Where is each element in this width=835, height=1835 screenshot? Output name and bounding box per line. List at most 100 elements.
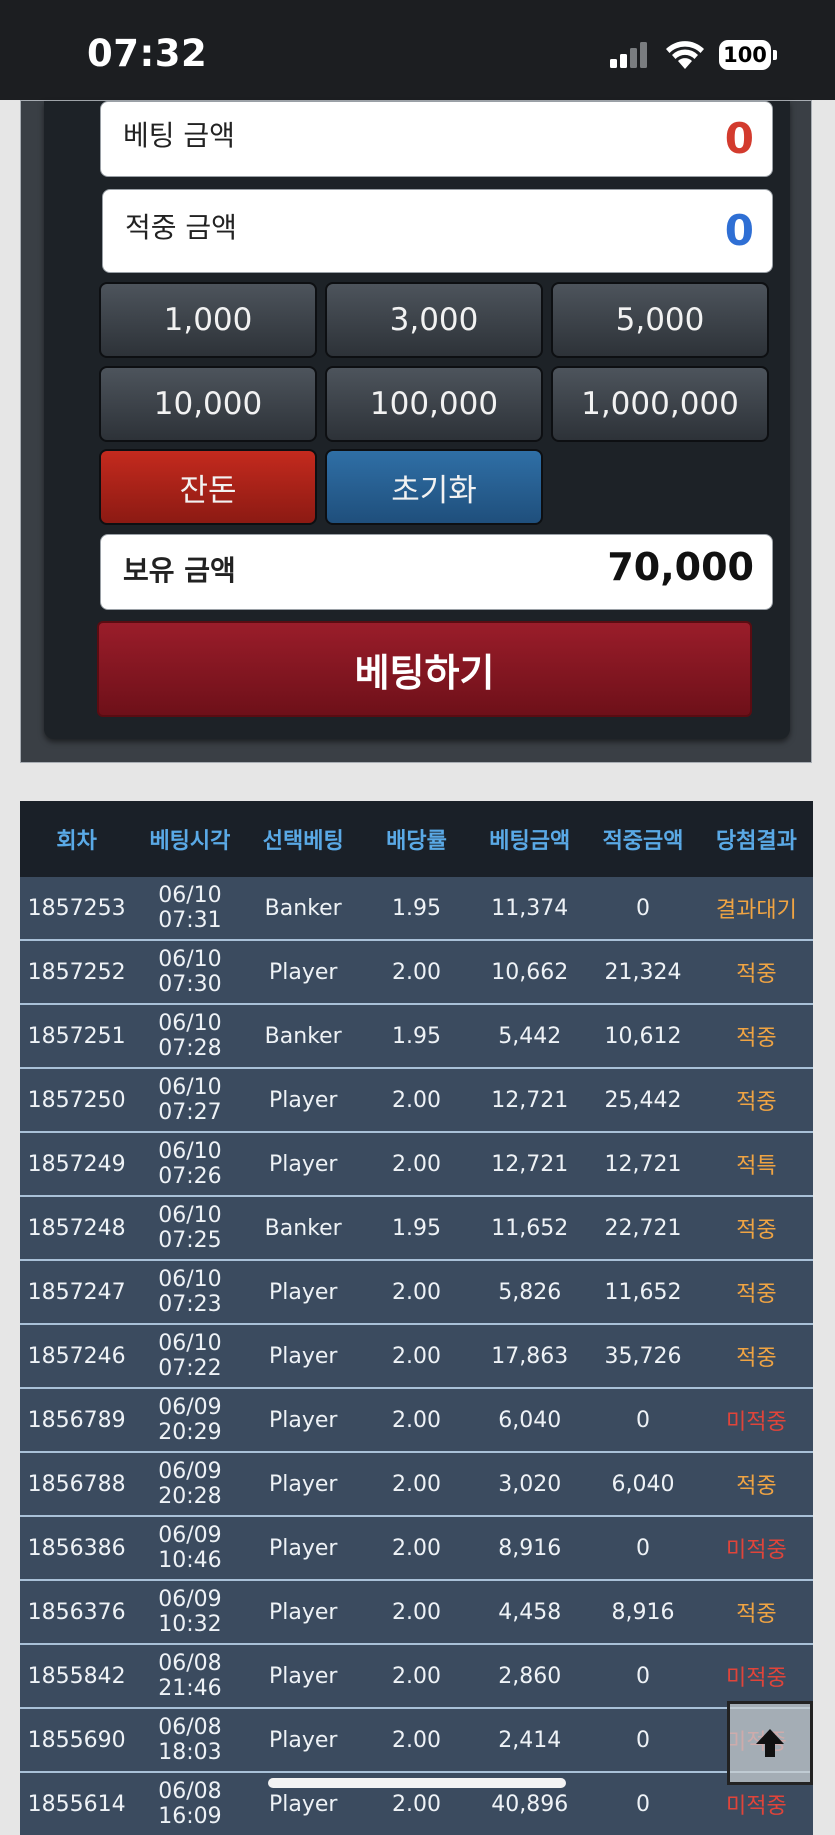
cell-selection: Player: [246, 939, 360, 1004]
cell-result: 적중: [699, 1259, 813, 1324]
column-header-result: 당첨결과: [699, 801, 813, 877]
cell-selection: Player: [246, 1323, 360, 1388]
battery-icon: 100: [719, 40, 777, 72]
cell-bet-time: 06/10 07:23: [133, 1259, 247, 1324]
cell-odds: 2.00: [359, 1515, 474, 1580]
bet-amount-label: 베팅 금액: [123, 119, 235, 152]
cell-bet-amount: 5,442: [473, 1003, 587, 1068]
cell-round: 1855842: [20, 1643, 134, 1708]
scroll-to-top-button[interactable]: [727, 1701, 813, 1785]
cell-hit-amount: 8,916: [586, 1579, 700, 1644]
cell-result: 적중: [699, 1195, 813, 1260]
cell-round: 1856788: [20, 1451, 134, 1516]
table-row: 1857249 06/10 07:26 Player 2.00 12,721 12,721…: [20, 1131, 813, 1196]
cell-round: 1857253: [20, 877, 134, 940]
status-time: 07:32: [87, 32, 208, 75]
balance-value: 70,000: [607, 545, 754, 589]
cell-result: 적중: [699, 939, 813, 1004]
place-bet-button[interactable]: 베팅하기: [97, 621, 752, 717]
cell-bet-amount: 2,860: [473, 1643, 587, 1708]
hit-amount-box: 적중 금액 0: [102, 189, 773, 273]
cell-bet-time: 06/08 18:03: [133, 1707, 247, 1772]
cell-odds: 2.00: [359, 1259, 474, 1324]
cell-result: 적중: [699, 1323, 813, 1388]
cell-result: 적특: [699, 1131, 813, 1196]
cell-selection: Player: [246, 1579, 360, 1644]
change-button[interactable]: 잔돈: [99, 449, 317, 525]
cell-round: 1856386: [20, 1515, 134, 1580]
chip-3000-button[interactable]: 3,000: [325, 282, 543, 358]
cell-result: 적중: [699, 1067, 813, 1132]
cell-hit-amount: 35,726: [586, 1323, 700, 1388]
cell-result: 결과대기: [699, 877, 813, 940]
cell-round: 1857251: [20, 1003, 134, 1068]
column-header-hit-amount: 적중금액: [586, 801, 700, 877]
cell-selection: Player: [246, 1259, 360, 1324]
cell-bet-time: 06/10 07:22: [133, 1323, 247, 1388]
cell-bet-amount: 12,721: [473, 1131, 587, 1196]
cell-selection: Player: [246, 1131, 360, 1196]
table-row: 1856789 06/09 20:29 Player 2.00 6,040 0 미적중: [20, 1387, 813, 1452]
wifi-icon: [666, 41, 704, 69]
table-row: 185569006/08 18:03Player2.002,4140미적중: [20, 1707, 813, 1772]
table-row: 1857247 06/10 07:23 Player 2.00 5,826 11,652 적…: [20, 1259, 813, 1324]
betting-panel: 베팅 금액 0 적중 금액 0 1,000 3,000 5,000 10,000…: [20, 100, 812, 763]
cell-bet-time: 06/08 16:09: [133, 1771, 247, 1835]
cell-bet-time: 06/09 20:29: [133, 1387, 247, 1452]
cell-odds: 2.00: [359, 1579, 474, 1644]
cell-bet-amount: 12,721: [473, 1067, 587, 1132]
chip-5000-button[interactable]: 5,000: [551, 282, 769, 358]
cell-odds: 2.00: [359, 1451, 474, 1516]
cell-bet-time: 06/09 10:46: [133, 1515, 247, 1580]
cell-hit-amount: 0: [586, 1707, 700, 1772]
cell-result: 미적중: [699, 1643, 813, 1708]
cell-round: 1857246: [20, 1323, 134, 1388]
bet-amount-box: 베팅 금액 0: [100, 101, 773, 177]
cell-selection: Banker: [246, 877, 360, 940]
cell-round: 1857252: [20, 939, 134, 1004]
hit-amount-label: 적중 금액: [125, 211, 237, 244]
cell-result: 적중: [699, 1451, 813, 1516]
cell-round: 1855614: [20, 1771, 134, 1835]
cell-round: 1855690: [20, 1707, 134, 1772]
cell-round: 1857247: [20, 1259, 134, 1324]
cell-round: 1857248: [20, 1195, 134, 1260]
cell-odds: 2.00: [359, 939, 474, 1004]
table-row: 1857248 06/10 07:25 Banker 1.95 11,652 22,721…: [20, 1195, 813, 1260]
cell-bet-time: 06/09 20:28: [133, 1451, 247, 1516]
cell-round: 1857250: [20, 1067, 134, 1132]
cell-bet-time: 06/10 07:31: [133, 877, 247, 940]
column-header-round: 회차: [20, 801, 134, 877]
cell-hit-amount: 6,040: [586, 1451, 700, 1516]
chip-100000-button[interactable]: 100,000: [325, 366, 543, 442]
chip-1000-button[interactable]: 1,000: [99, 282, 317, 358]
cell-hit-amount: 0: [586, 1387, 700, 1452]
status-bar: 07:32 100: [0, 0, 835, 100]
cell-bet-time: 06/09 10:32: [133, 1579, 247, 1644]
cell-result: 미적중: [699, 1515, 813, 1580]
table-row: 1857252 06/10 07:30 Player 2.00 10,662 21,324…: [20, 939, 813, 1004]
cellular-signal-icon: [610, 42, 647, 68]
cell-odds: 2.00: [359, 1323, 474, 1388]
bet-history-table: 회차 베팅시각 선택베팅 배당률 베팅금액 적중금액 당첨결과 1857253 0…: [20, 801, 813, 1835]
cell-hit-amount: 21,324: [586, 939, 700, 1004]
chip-1000000-button[interactable]: 1,000,000: [551, 366, 769, 442]
table-row: 1857251 06/10 07:28 Banker 1.95 5,442 10,612 적…: [20, 1003, 813, 1068]
cell-bet-amount: 10,662: [473, 939, 587, 1004]
cell-bet-time: 06/10 07:30: [133, 939, 247, 1004]
chip-10000-button[interactable]: 10,000: [99, 366, 317, 442]
cell-selection: Player: [246, 1515, 360, 1580]
table-row: 1857246 06/10 07:22 Player 2.00 17,863 35,726…: [20, 1323, 813, 1388]
cell-result: 적중: [699, 1003, 813, 1068]
cell-hit-amount: 10,612: [586, 1003, 700, 1068]
cell-selection: Player: [246, 1707, 360, 1772]
battery-level: 100: [719, 40, 771, 70]
reset-button[interactable]: 초기화: [325, 449, 543, 525]
cell-odds: 1.95: [359, 877, 474, 940]
cell-selection: Player: [246, 1643, 360, 1708]
cell-bet-amount: 11,374: [473, 877, 587, 940]
cell-bet-amount: 11,652: [473, 1195, 587, 1260]
cell-selection: Banker: [246, 1195, 360, 1260]
cell-bet-time: 06/10 07:26: [133, 1131, 247, 1196]
cell-odds: 2.00: [359, 1707, 474, 1772]
